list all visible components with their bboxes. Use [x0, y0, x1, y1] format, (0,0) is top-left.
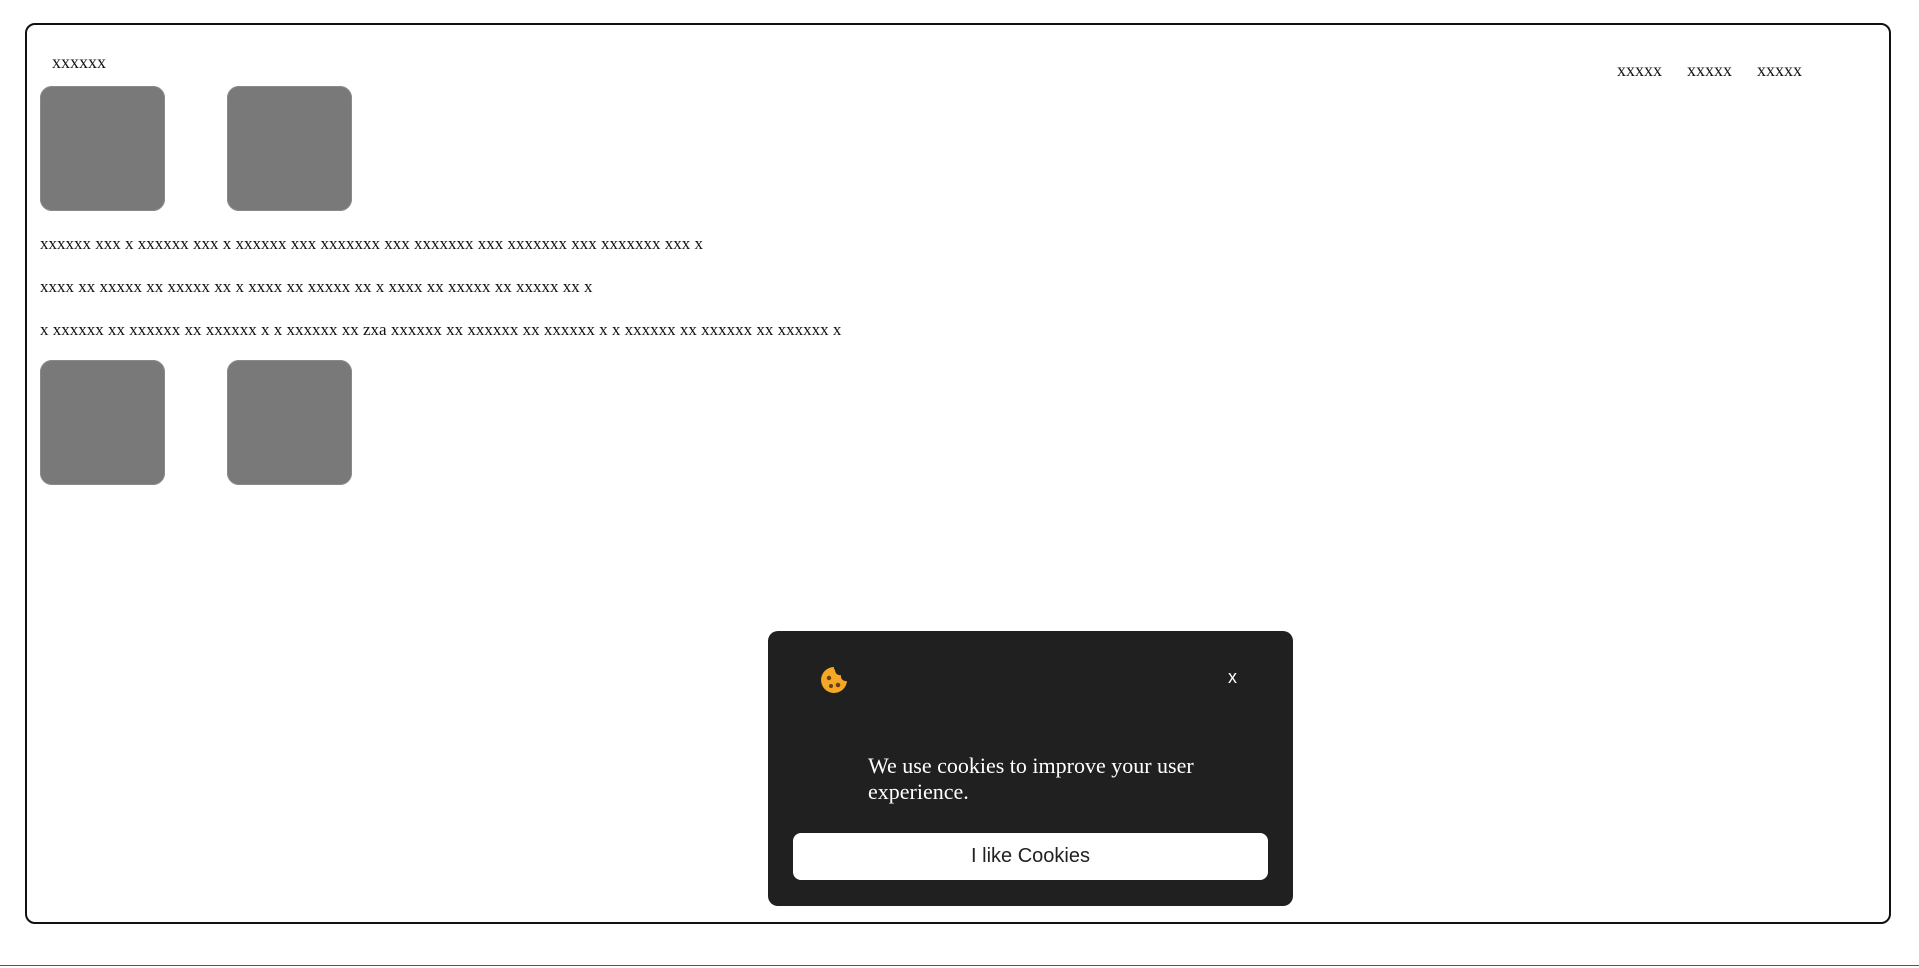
image-placeholder-3: [40, 360, 165, 485]
text-line-2: xxxx xx xxxxx xx xxxxx xx x xxxx xx xxxx…: [40, 277, 593, 296]
cookie-message: We use cookies to improve your user expe…: [868, 753, 1194, 804]
nav-link-3[interactable]: xxxxx: [1757, 60, 1802, 81]
nav-link-1[interactable]: xxxxx: [1617, 60, 1662, 81]
text-line-3: x xxxxxx xx xxxxxx xx xxxxxx x x xxxxxx …: [40, 320, 842, 339]
accept-cookies-button[interactable]: I like Cookies: [793, 833, 1268, 880]
cookie-banner: x We use cookies to improve your user ex…: [768, 631, 1293, 906]
image-placeholder-4: [227, 360, 352, 485]
top-nav: xxxxx xxxxx xxxxx: [1617, 60, 1802, 81]
image-placeholder-2: [227, 86, 352, 211]
image-placeholder-1: [40, 86, 165, 211]
bottom-divider: [0, 965, 1919, 966]
nav-link-2[interactable]: xxxxx: [1687, 60, 1732, 81]
close-button[interactable]: x: [1228, 667, 1237, 688]
text-line-1: xxxxxx xxx x xxxxxx xxx x xxxxxx xxx xxx…: [40, 234, 703, 253]
site-logo[interactable]: xxxxxx: [52, 52, 106, 73]
cookie-icon: [821, 667, 847, 693]
